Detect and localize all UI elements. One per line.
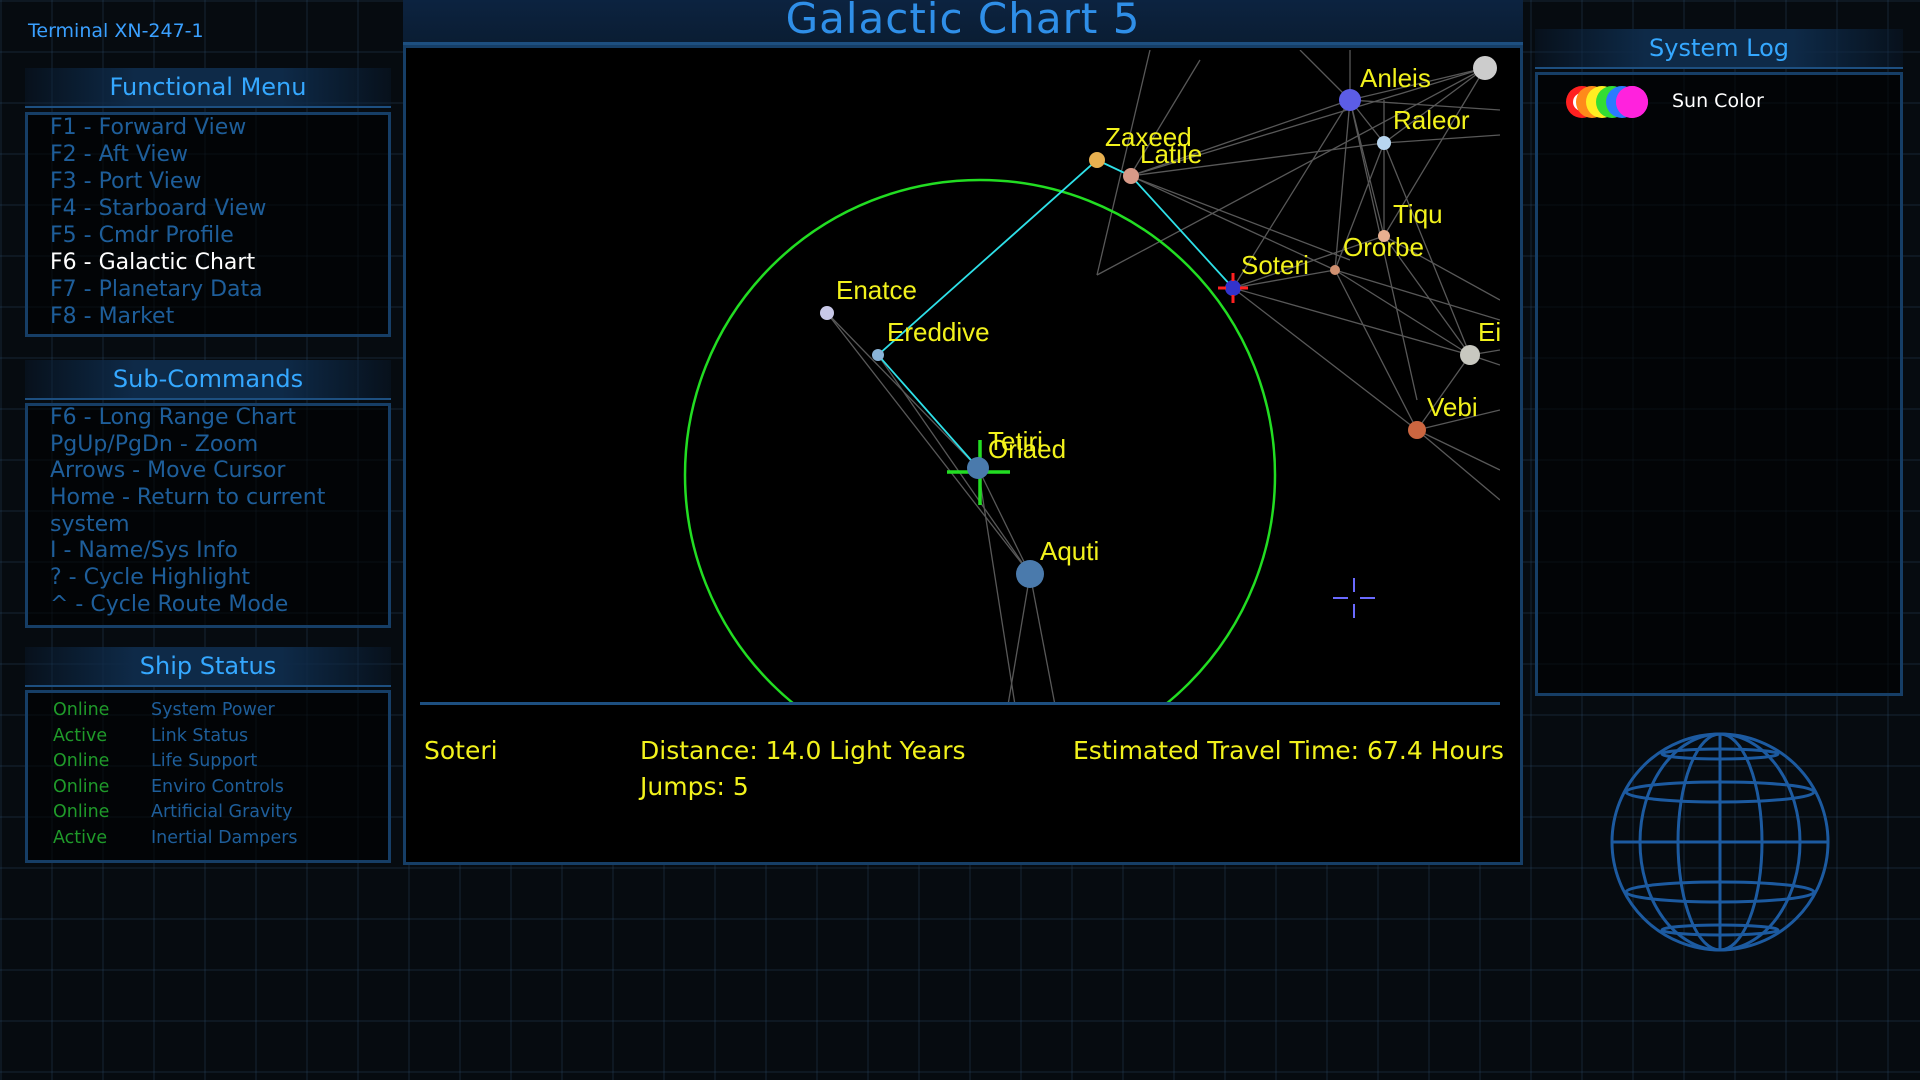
route-path <box>876 158 1234 469</box>
sun-color-legend-icon <box>1566 86 1648 118</box>
label-ororbe: Ororbe <box>1343 232 1424 262</box>
sun-color-label: Sun Color <box>1672 90 1764 112</box>
destination-name: Soteri <box>424 736 498 765</box>
label-raleor: Raleor <box>1393 105 1470 135</box>
label-aquti: Aquti <box>1040 536 1099 566</box>
status-state: Online <box>53 751 110 771</box>
subcommand-return-home[interactable]: Home - Return to current <box>50 485 325 512</box>
status-system: Link Status <box>151 725 249 746</box>
label-ereddive: Ereddive <box>887 317 990 347</box>
star-enatce <box>820 306 834 320</box>
subcommand-move-cursor[interactable]: Arrows - Move Cursor <box>50 458 325 485</box>
label-ei: Ei <box>1478 317 1500 347</box>
star-tetiri <box>967 457 989 479</box>
galactic-chart-map[interactable]: Anleis Raleor Zaxeed Latile Tiqu Ororbe … <box>420 50 1500 705</box>
star-raleor <box>1377 136 1391 150</box>
menu-item-galactic-chart[interactable]: F6 - Galactic Chart <box>50 249 266 276</box>
status-system: Artificial Gravity <box>151 802 293 822</box>
status-system: Life Support <box>151 751 258 771</box>
star-unnamed-white <box>1473 56 1497 80</box>
status-state: Online <box>53 802 110 822</box>
subcommand-return-home-cont[interactable]: system <box>50 512 325 539</box>
label-vebi: Vebi <box>1427 392 1478 422</box>
ship-status-header: Ship Status <box>25 647 391 687</box>
star-latile <box>1123 168 1139 184</box>
menu-item-market[interactable]: F8 - Market <box>50 303 266 330</box>
menu-item-planetary-data[interactable]: F7 - Planetary Data <box>50 276 266 303</box>
label-enatce: Enatce <box>836 275 917 305</box>
status-system: System Power <box>151 700 275 720</box>
menu-item-starboard-view[interactable]: F4 - Starboard View <box>50 195 266 222</box>
map-cursor-icon[interactable] <box>1333 578 1375 618</box>
subcommand-cycle-route-mode[interactable]: ^ - Cycle Route Mode <box>50 592 325 619</box>
menu-item-aft-view[interactable]: F2 - Aft View <box>50 141 266 168</box>
status-system: Inertial Dampers <box>151 827 298 848</box>
travel-time-readout: Estimated Travel Time: 67.4 Hours <box>1073 736 1504 765</box>
star-ei <box>1460 345 1480 365</box>
status-system: Enviro Controls <box>151 776 284 797</box>
system-log-panel <box>1535 72 1903 696</box>
label-latile: Latile <box>1140 139 1202 169</box>
star-anleis <box>1339 89 1361 111</box>
label-orlaed: Orlaed <box>988 434 1066 464</box>
functional-menu-header: Functional Menu <box>25 68 391 108</box>
star-soteri <box>1225 280 1241 296</box>
label-anleis: Anleis <box>1360 63 1431 93</box>
sub-commands-header: Sub-Commands <box>25 360 391 400</box>
status-state: Active <box>53 725 108 746</box>
star-vebi <box>1408 421 1426 439</box>
chart-title: Galactic Chart 5 <box>785 0 1141 43</box>
subcommand-zoom[interactable]: PgUp/PgDn - Zoom <box>50 432 325 459</box>
jumps-readout: Jumps: 5 <box>640 772 749 801</box>
status-state: Online <box>53 776 110 797</box>
label-tiqu: Tiqu <box>1393 199 1443 229</box>
menu-item-port-view[interactable]: F3 - Port View <box>50 168 266 195</box>
menu-item-forward-view[interactable]: F1 - Forward View <box>50 114 266 141</box>
sub-commands-list: F6 - Long Range Chart PgUp/PgDn - Zoom A… <box>50 405 325 619</box>
subcommand-long-range-chart[interactable]: F6 - Long Range Chart <box>50 405 325 432</box>
distance-readout: Distance: 14.0 Light Years <box>640 736 966 765</box>
label-soteri: Soteri <box>1241 250 1309 280</box>
subcommand-cycle-highlight[interactable]: ? - Cycle Highlight <box>50 565 325 592</box>
system-log-header: System Log <box>1535 29 1903 69</box>
functional-menu-list: F1 - Forward View F2 - Aft View F3 - Por… <box>50 114 266 330</box>
terminal-label: Terminal XN-247-1 <box>28 20 204 42</box>
subcommand-name-sys-info[interactable]: I - Name/Sys Info <box>50 538 325 565</box>
menu-item-cmdr-profile[interactable]: F5 - Cmdr Profile <box>50 222 266 249</box>
sun-color-swatch-front <box>1616 86 1648 118</box>
chart-title-bar: Galactic Chart 5 <box>403 0 1523 45</box>
status-state: Active <box>53 827 108 848</box>
status-state: Online <box>53 700 110 720</box>
wireframe-globe-icon <box>1610 732 1830 952</box>
star-zaxeed <box>1089 152 1105 168</box>
star-ereddive <box>872 349 884 361</box>
star-ororbe <box>1330 265 1340 275</box>
